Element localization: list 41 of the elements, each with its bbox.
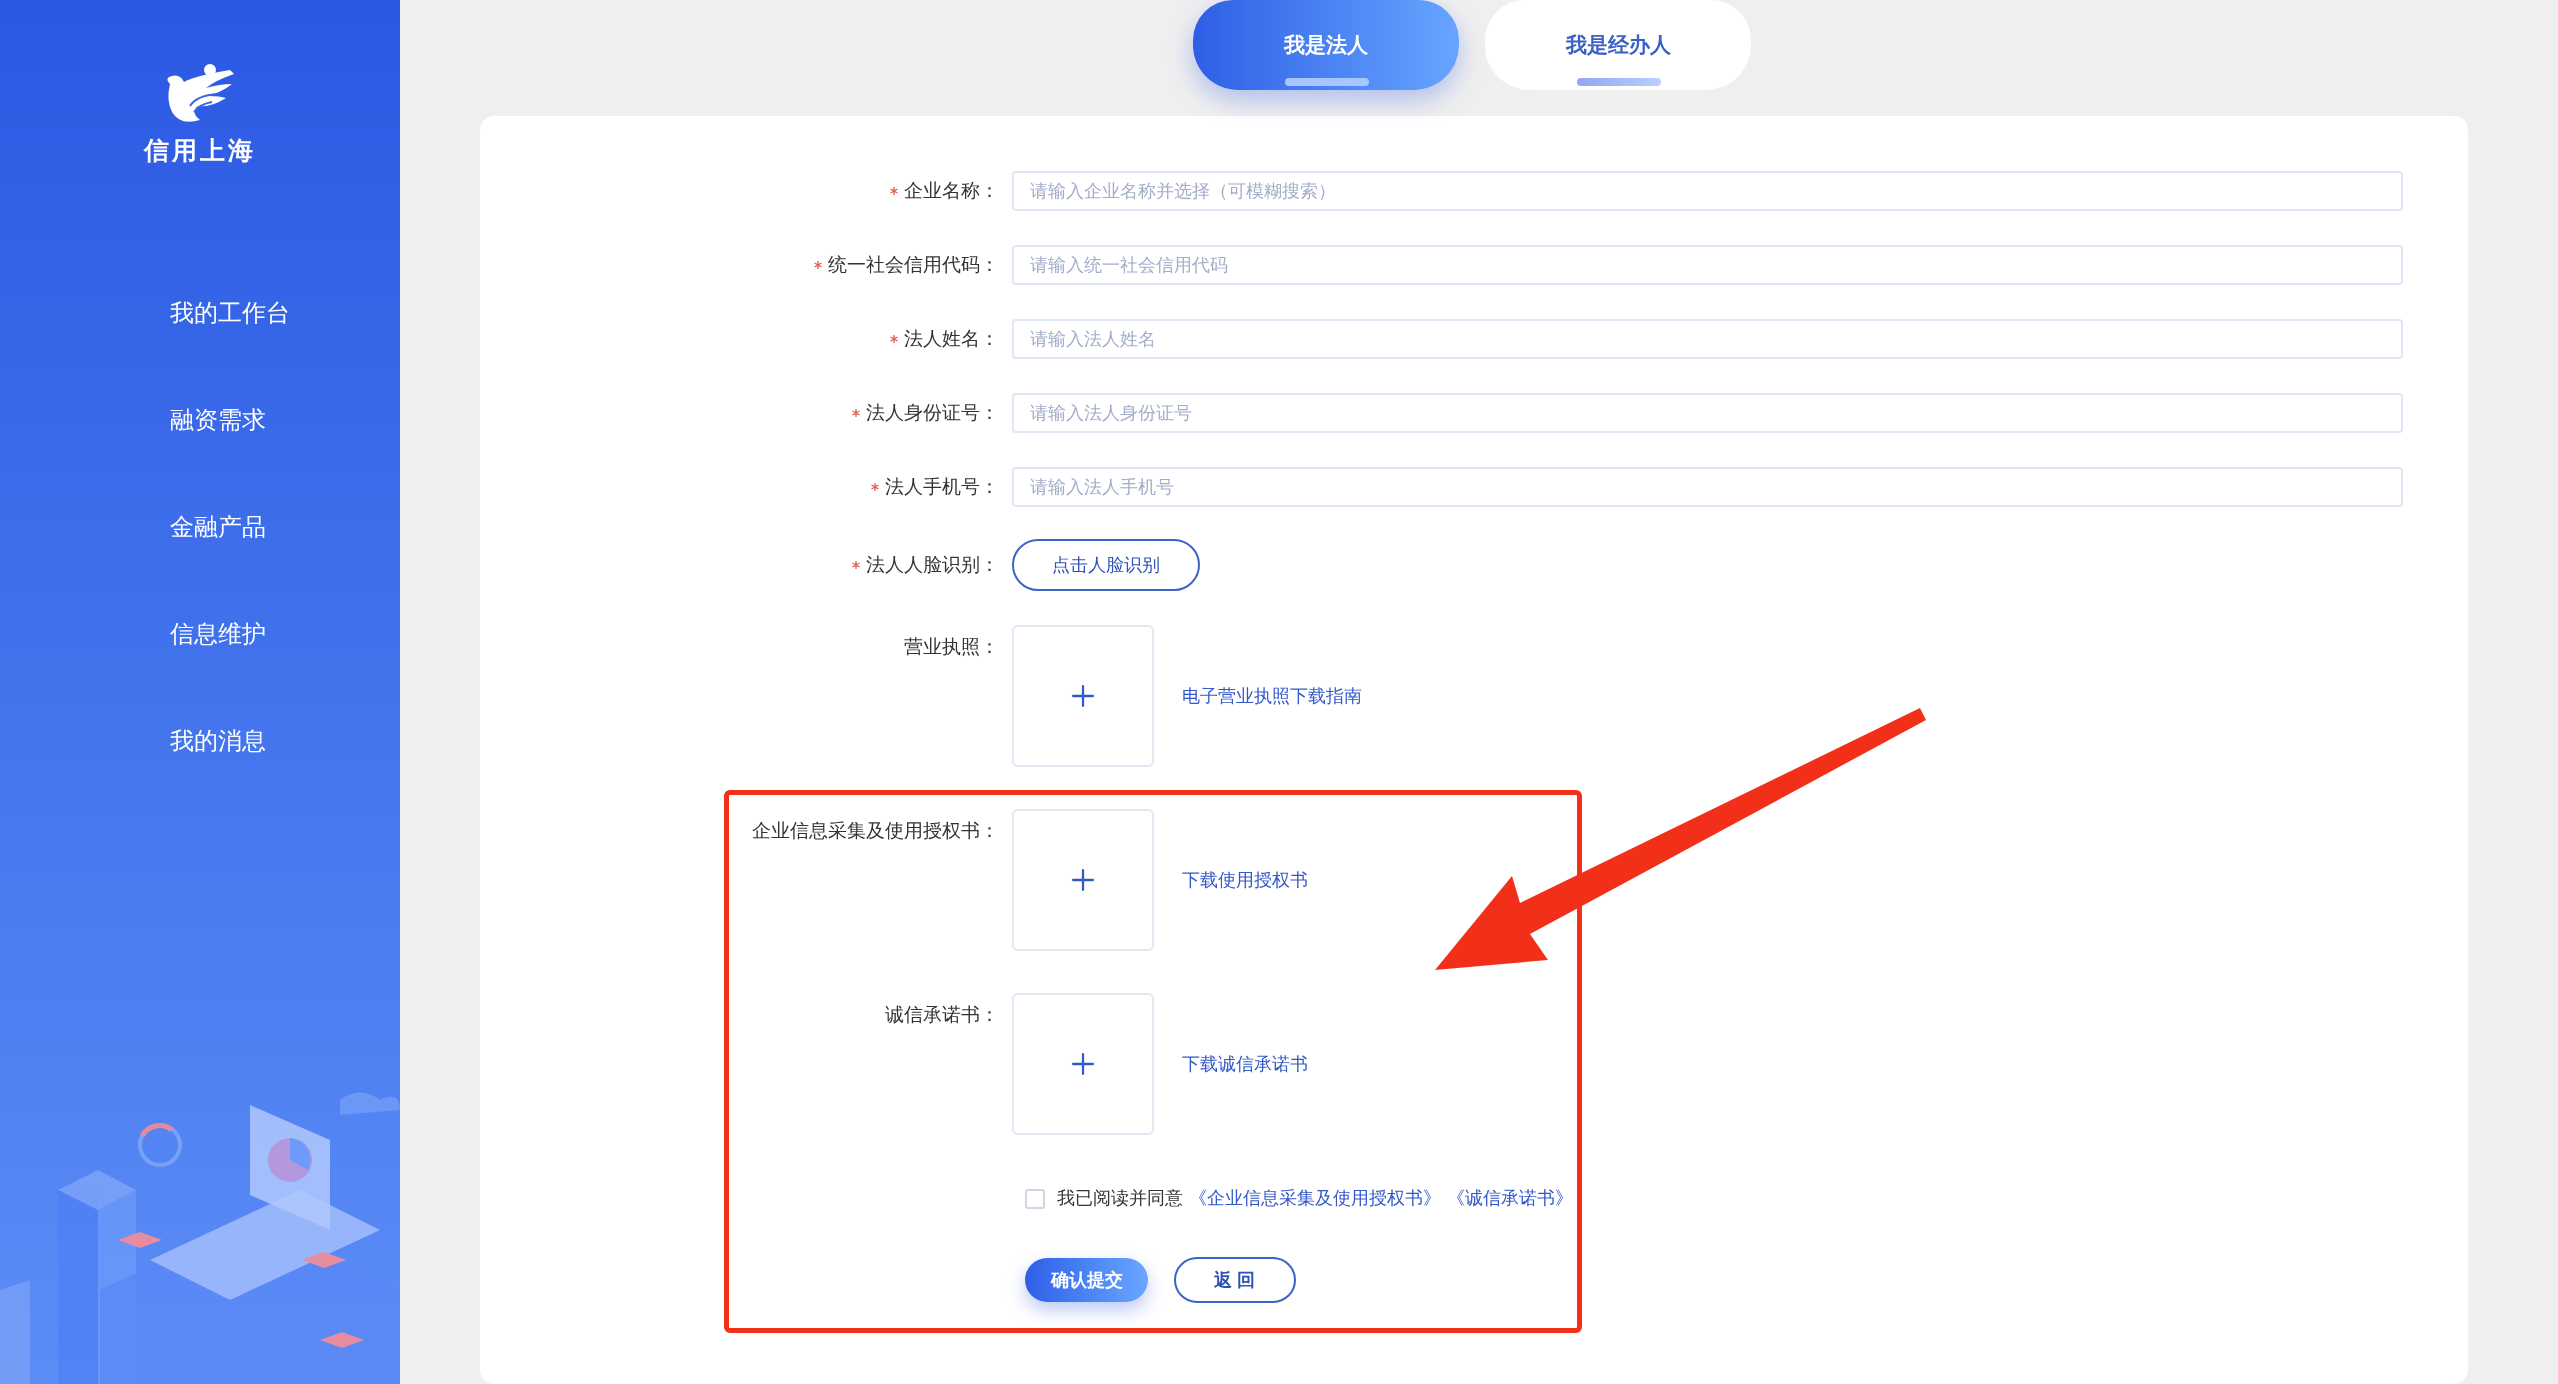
agreement-link[interactable]: 《诚信承诺书》	[1447, 1185, 1573, 1212]
field-label: 法人人脸识别：	[866, 552, 999, 577]
submit-button[interactable]: 确认提交	[1025, 1258, 1148, 1302]
nav-item[interactable]: 金融产品	[170, 511, 266, 541]
agreement-text: 我已阅读并同意	[1057, 1187, 1183, 1210]
text-field[interactable]: 请输入法人手机号	[1012, 467, 2403, 507]
text-field[interactable]: 请输入法人姓名	[1012, 319, 2403, 359]
field-label: 统一社会信用代码：	[828, 252, 999, 277]
back-button[interactable]: 返 回	[1174, 1257, 1296, 1303]
required-asterisk-icon	[852, 409, 860, 417]
tab[interactable]: 我是经办人	[1485, 0, 1751, 90]
text-field[interactable]: 请输入企业名称并选择（可模糊搜索）	[1012, 171, 2403, 211]
agreement-link[interactable]: 《企业信息采集及使用授权书》	[1189, 1185, 1441, 1212]
field-label: 企业名称：	[904, 178, 999, 203]
field-label: 诚信承诺书：	[885, 1003, 999, 1027]
upload-box[interactable]	[1012, 625, 1154, 767]
download-link[interactable]: 电子营业执照下载指南	[1182, 682, 1362, 710]
nav-item[interactable]: 融资需求	[170, 404, 266, 434]
download-link[interactable]: 下载诚信承诺书	[1182, 1050, 1308, 1078]
agreement-checkbox[interactable]	[1025, 1188, 1045, 1209]
field-label: 企业信息采集及使用授权书：	[752, 819, 999, 843]
text-field[interactable]: 请输入法人身份证号	[1012, 393, 2403, 433]
tab[interactable]: 我是法人	[1193, 0, 1459, 90]
required-asterisk-icon	[890, 335, 898, 343]
nav-item[interactable]: 我的消息	[170, 725, 266, 755]
field-label: 法人身份证号：	[866, 400, 999, 425]
face-recognition-button[interactable]: 点击人脸识别	[1012, 539, 1200, 591]
text-field[interactable]: 请输入统一社会信用代码	[1012, 245, 2403, 285]
nav-item[interactable]: 信息维护	[170, 618, 266, 648]
field-label: 法人手机号：	[885, 474, 999, 499]
nav-item[interactable]: 我的工作台	[170, 297, 290, 327]
required-asterisk-icon	[890, 187, 898, 195]
required-asterisk-icon	[814, 261, 822, 269]
field-label: 法人姓名：	[904, 326, 999, 351]
logo-text: 信用上海	[144, 135, 256, 166]
download-link[interactable]: 下载使用授权书	[1182, 866, 1308, 894]
field-label: 营业执照：	[904, 635, 999, 659]
required-asterisk-icon	[852, 561, 860, 569]
upload-box[interactable]	[1012, 809, 1154, 951]
required-asterisk-icon	[871, 483, 879, 491]
upload-box[interactable]	[1012, 993, 1154, 1135]
